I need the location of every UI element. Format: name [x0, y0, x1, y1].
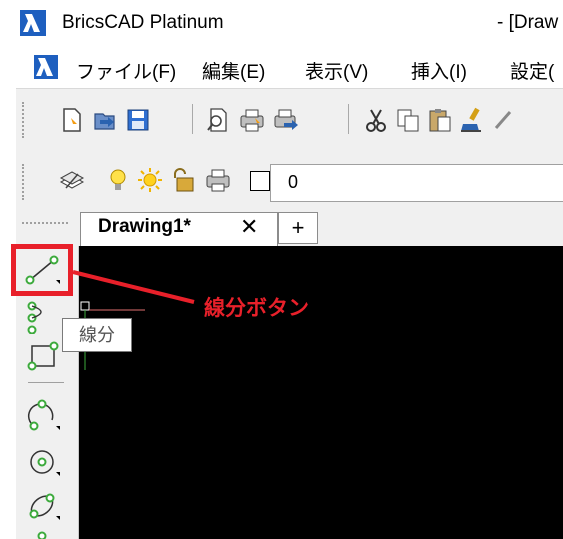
- print-icon[interactable]: [238, 106, 266, 134]
- print-preview-icon[interactable]: [204, 106, 232, 134]
- toolbar-grip[interactable]: [22, 102, 28, 138]
- ellipse-icon[interactable]: [22, 488, 64, 524]
- tab-drawing1-label: Drawing1*: [98, 216, 191, 237]
- side-toolbar-separator: [28, 382, 64, 383]
- app-title: BricsCAD Platinum: [62, 12, 224, 33]
- toolbar-separator: [348, 104, 349, 134]
- circle-icon[interactable]: [22, 444, 64, 480]
- layer-thaw-sun-icon[interactable]: [136, 166, 164, 194]
- menu-insert[interactable]: 挿入(I): [411, 57, 467, 84]
- bricscad-logo-icon: [20, 10, 46, 36]
- open-file-icon[interactable]: [92, 106, 120, 134]
- new-tab-button[interactable]: +: [278, 212, 318, 244]
- pencil-icon[interactable]: [490, 106, 518, 134]
- tab-close-icon[interactable]: ✕: [240, 214, 258, 240]
- layer-plot-icon[interactable]: [204, 166, 232, 194]
- save-icon[interactable]: [124, 106, 152, 134]
- layer-toolbar-grip[interactable]: [22, 164, 28, 200]
- menu-edit[interactable]: 編集(E): [202, 57, 265, 84]
- publish-icon[interactable]: [272, 106, 300, 134]
- app-menu-icon[interactable]: [34, 55, 58, 79]
- new-file-icon[interactable]: [58, 106, 86, 134]
- next-tool-partial-icon[interactable]: [22, 530, 64, 539]
- copy-icon[interactable]: [394, 106, 422, 134]
- menu-view[interactable]: 表示(V): [305, 57, 368, 84]
- layer-unlock-icon[interactable]: [168, 166, 196, 194]
- layers-icon[interactable]: [58, 166, 86, 194]
- arc-icon[interactable]: [22, 398, 64, 434]
- callout-label: 線分ボタン: [204, 297, 309, 320]
- polyline-icon[interactable]: [22, 298, 64, 334]
- line-button-highlight: [11, 244, 73, 296]
- layer-color-swatch[interactable]: [250, 171, 270, 191]
- tooltip-line: 線分: [62, 318, 132, 352]
- current-layer-name: 0: [288, 172, 299, 192]
- cut-icon[interactable]: [362, 106, 390, 134]
- match-properties-icon[interactable]: [458, 106, 486, 134]
- menu-file[interactable]: ファイル(F): [76, 57, 176, 84]
- layer-dropdown[interactable]: [270, 164, 563, 202]
- tabstrip-grip[interactable]: [22, 222, 68, 236]
- document-title: - [Draw: [497, 12, 559, 33]
- layer-on-bulb-icon[interactable]: [104, 166, 132, 194]
- menu-settings[interactable]: 設定(: [510, 57, 554, 84]
- rectangle-icon[interactable]: [22, 338, 64, 374]
- toolbar-separator: [192, 104, 193, 134]
- paste-icon[interactable]: [426, 106, 454, 134]
- drawing-canvas[interactable]: [79, 246, 563, 539]
